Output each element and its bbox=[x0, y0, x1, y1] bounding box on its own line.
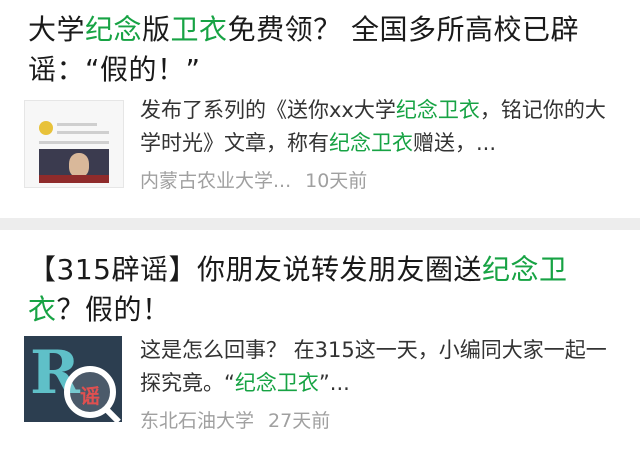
article-snippet: 发布了系列的《送你xx大学纪念卫衣，铭记你的大学时光》文章，称有纪念卫衣赠送，.… bbox=[140, 94, 620, 160]
snippet-highlight: 纪念卫衣 bbox=[234, 371, 319, 395]
magnifier-handle-icon bbox=[103, 406, 121, 422]
text-line bbox=[39, 141, 109, 144]
snippet-text: 赠送，... bbox=[413, 131, 497, 155]
publish-time: 27天前 bbox=[268, 410, 331, 432]
article-meta: 东北石油大学 27天前 bbox=[140, 408, 330, 434]
title-text: 版 bbox=[142, 13, 171, 46]
article-screenshot-thumbnail[interactable] bbox=[24, 100, 124, 188]
title-text: ？假的！ bbox=[56, 293, 171, 326]
person-face bbox=[69, 153, 89, 177]
article-card-1[interactable]: 大学纪念版卫衣免费领？ 全国多所高校已辟谣：“假的！” 发布了系列的《送你xx大… bbox=[0, 0, 640, 218]
rumor-magnifier-thumbnail[interactable]: R 谣 bbox=[24, 336, 122, 422]
title-highlight: 纪念 bbox=[85, 13, 143, 46]
account-avatar-icon bbox=[39, 121, 53, 135]
title-highlight: 卫衣 bbox=[170, 13, 228, 46]
snippet-text: 这是怎么回事？ 在315这一天，小编同大家一起一探究竟。“ bbox=[140, 338, 607, 395]
article-title[interactable]: 【315辟谣】你朋友说转发朋友圈送纪念卫衣？假的！ bbox=[28, 250, 618, 330]
source-name[interactable]: 内蒙古农业大学... bbox=[140, 170, 291, 192]
snippet-highlight: 纪念卫衣 bbox=[395, 98, 480, 122]
article-meta: 内蒙古农业大学... 10天前 bbox=[140, 168, 367, 194]
snippet-text: 发布了系列的《送你xx大学 bbox=[140, 98, 396, 122]
magnifier-label: 谣 bbox=[80, 384, 100, 408]
video-still-image bbox=[39, 149, 109, 183]
text-line bbox=[57, 123, 97, 126]
publish-time: 10天前 bbox=[305, 170, 368, 192]
article-card-2[interactable]: 【315辟谣】你朋友说转发朋友圈送纪念卫衣？假的！ R 谣 这是怎么回事？ 在3… bbox=[0, 230, 640, 450]
title-text: 【315辟谣】你朋友说转发朋友圈送 bbox=[28, 253, 482, 286]
snippet-text: ”... bbox=[318, 371, 350, 395]
text-line bbox=[57, 131, 109, 134]
article-title[interactable]: 大学纪念版卫衣免费领？ 全国多所高校已辟谣：“假的！” bbox=[28, 10, 618, 90]
title-text: 大学 bbox=[28, 13, 86, 46]
snippet-highlight: 纪念卫衣 bbox=[329, 131, 413, 155]
source-name[interactable]: 东北石油大学 bbox=[140, 410, 254, 432]
caption-banner bbox=[39, 175, 109, 183]
article-snippet: 这是怎么回事？ 在315这一天，小编同大家一起一探究竟。“纪念卫衣”... bbox=[140, 334, 620, 400]
